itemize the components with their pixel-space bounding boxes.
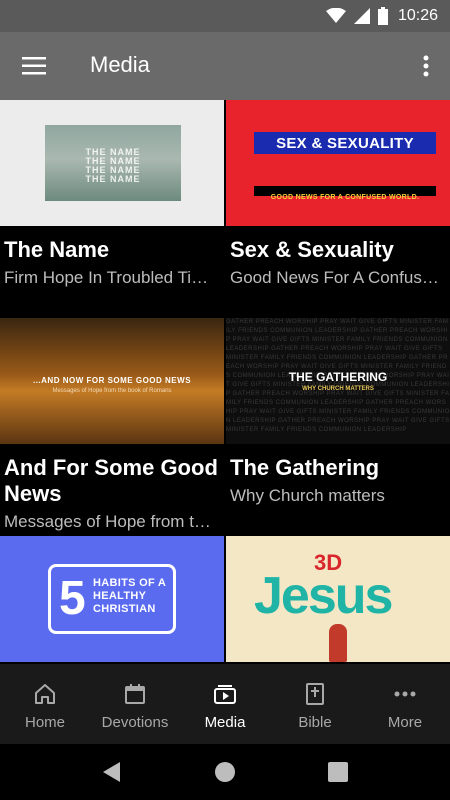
thumb-text: ...AND NOW FOR SOME GOOD NEWS bbox=[32, 376, 192, 385]
system-navigation-bar bbox=[0, 744, 450, 800]
card-title: The Gathering bbox=[230, 455, 380, 480]
status-bar: 10:26 bbox=[0, 0, 450, 32]
nav-label: Devotions bbox=[101, 714, 169, 731]
home-icon bbox=[35, 684, 55, 704]
home-button-icon[interactable] bbox=[213, 760, 237, 784]
nav-item-media[interactable]: Media bbox=[180, 664, 270, 744]
thumb-frame: 5 HABITS OF A HEALTHY CHRISTIAN bbox=[48, 564, 176, 634]
nav-label: Media bbox=[204, 714, 246, 731]
media-thumbnail: 5 HABITS OF A HEALTHY CHRISTIAN bbox=[0, 536, 224, 662]
card-subtitle: Messages of Hope from the Book of Romans bbox=[4, 512, 220, 531]
media-grid: THE NAME THE NAME THE NAME THE NAME The … bbox=[0, 100, 450, 664]
status-time: 10:26 bbox=[397, 7, 438, 24]
thumb-banner: SEX & SEXUALITY bbox=[254, 132, 436, 154]
nav-label: More bbox=[387, 714, 423, 731]
card-title: The Name bbox=[4, 237, 110, 262]
hamburger-icon bbox=[22, 57, 46, 75]
bottom-navigation: Home Devotions Media Bible More bbox=[0, 664, 450, 744]
signal-icon bbox=[353, 8, 370, 24]
nav-item-devotions[interactable]: Devotions bbox=[90, 664, 180, 744]
media-card-3d-jesus[interactable]: 3D Jesus bbox=[226, 536, 450, 664]
thumbnail-image: THE NAME THE NAME THE NAME THE NAME bbox=[45, 125, 181, 201]
media-thumbnail: THE NAME THE NAME THE NAME THE NAME bbox=[0, 100, 224, 226]
nav-label: Home bbox=[24, 714, 65, 731]
media-thumbnail: GATHER PREACH WORSHIP PRAY WAIT GIVE GIF… bbox=[226, 318, 450, 444]
menu-button[interactable] bbox=[14, 48, 54, 84]
media-card-sex-sexuality[interactable]: SEX & SEXUALITY GOOD NEWS FOR A CONFUSED… bbox=[226, 100, 450, 318]
thumb-text: THE GATHERING bbox=[288, 370, 388, 384]
calendar-icon bbox=[125, 684, 145, 704]
thumb-text: Messages of Hope from the book of Romans bbox=[52, 388, 172, 394]
card-title: Sex & Sexuality bbox=[230, 237, 394, 262]
app-bar: Media bbox=[0, 32, 450, 100]
bible-icon bbox=[306, 683, 324, 705]
media-icon bbox=[214, 685, 236, 704]
thumb-tagline: GOOD NEWS FOR A CONFUSED WORLD. bbox=[254, 186, 436, 201]
media-card-healthy-christian[interactable]: 5 HABITS OF A HEALTHY CHRISTIAN bbox=[0, 536, 224, 664]
thumb-text: THE NAME bbox=[85, 174, 141, 184]
jesus-figure-image bbox=[329, 624, 347, 662]
nav-item-home[interactable]: Home bbox=[0, 664, 90, 744]
media-thumbnail: 3D Jesus bbox=[226, 536, 450, 662]
thumb-number: 5 bbox=[59, 572, 86, 625]
page-title: Media bbox=[90, 52, 150, 77]
card-title: And For Some Good News bbox=[4, 455, 218, 506]
nav-label: Bible bbox=[298, 714, 332, 731]
thumb-text: HABITS OF A HEALTHY CHRISTIAN bbox=[93, 577, 166, 615]
nav-item-bible[interactable]: Bible bbox=[270, 664, 360, 744]
status-icons: 10:26 bbox=[325, 0, 438, 32]
thumb-text: Jesus bbox=[254, 567, 393, 625]
more-icon bbox=[394, 691, 416, 697]
back-icon[interactable] bbox=[100, 760, 124, 784]
card-subtitle: Good News For A Confused World bbox=[230, 268, 446, 287]
media-card-the-name[interactable]: THE NAME THE NAME THE NAME THE NAME The … bbox=[0, 100, 224, 318]
thumb-text: GOOD NEWS FOR A CONFUSED WORLD. bbox=[270, 194, 420, 201]
kebab-icon bbox=[423, 55, 429, 77]
thumb-text: SEX & SEXUALITY bbox=[276, 134, 414, 152]
overflow-menu-button[interactable] bbox=[416, 48, 436, 84]
recents-icon[interactable] bbox=[326, 760, 350, 784]
card-subtitle: Firm Hope In Troubled Times bbox=[4, 268, 220, 287]
wifi-icon bbox=[325, 8, 346, 23]
battery-icon bbox=[377, 7, 388, 25]
media-card-the-gathering[interactable]: GATHER PREACH WORSHIP PRAY WAIT GIVE GIF… bbox=[226, 318, 450, 536]
media-thumbnail: SEX & SEXUALITY GOOD NEWS FOR A CONFUSED… bbox=[226, 100, 450, 226]
thumb-text: WHY CHURCH MATTERS bbox=[302, 386, 374, 392]
card-subtitle: Why Church matters bbox=[230, 486, 385, 505]
nav-item-more[interactable]: More bbox=[360, 664, 450, 744]
media-card-good-news[interactable]: ...AND NOW FOR SOME GOOD NEWS Messages o… bbox=[0, 318, 224, 536]
media-thumbnail: ...AND NOW FOR SOME GOOD NEWS Messages o… bbox=[0, 318, 224, 444]
